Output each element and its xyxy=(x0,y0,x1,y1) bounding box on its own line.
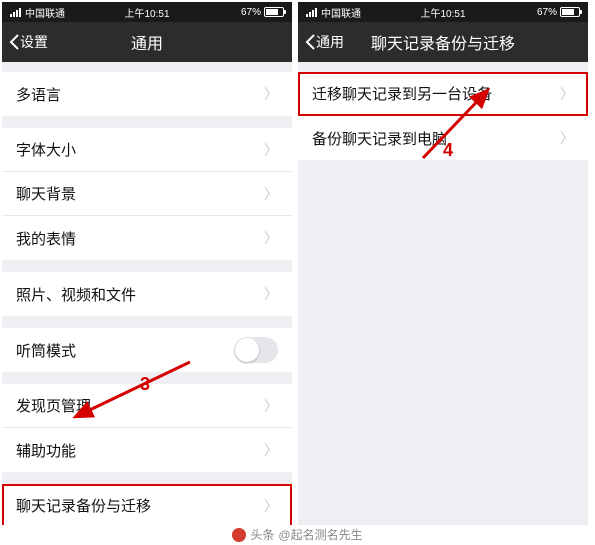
chevron-right-icon: 〉 xyxy=(264,284,278,304)
toggle-switch[interactable] xyxy=(234,337,278,363)
nav-bar: 通用 聊天记录备份与迁移 xyxy=(298,22,588,62)
row-migrate-to-device[interactable]: 迁移聊天记录到另一台设备〉 xyxy=(298,72,588,116)
battery-icon xyxy=(560,7,580,17)
row-backup-migrate[interactable]: 聊天记录备份与迁移〉 xyxy=(2,484,292,525)
chevron-left-icon xyxy=(304,33,316,51)
step-3-label: 3 xyxy=(140,374,150,395)
chevron-right-icon: 〉 xyxy=(264,184,278,204)
status-time: 上午10:51 xyxy=(420,5,465,20)
nav-title: 通用 xyxy=(131,30,163,54)
back-button[interactable]: 通用 xyxy=(298,32,344,52)
status-time: 上午10:51 xyxy=(124,5,169,20)
status-bar: 中国联通 上午10:51 67% xyxy=(298,2,588,22)
chevron-right-icon: 〉 xyxy=(264,84,278,104)
chevron-right-icon: 〉 xyxy=(560,128,574,148)
back-label: 设置 xyxy=(20,32,48,52)
status-bar: 中国联通 上午10:51 67% xyxy=(2,2,292,22)
phone-left: 中国联通 上午10:51 67% 设置 通用 多语言〉 字体大小〉 聊天背景〉 … xyxy=(2,2,292,525)
chevron-right-icon: 〉 xyxy=(264,440,278,460)
row-multilanguage[interactable]: 多语言〉 xyxy=(2,72,292,116)
back-button[interactable]: 设置 xyxy=(2,32,48,52)
settings-list: 多语言〉 字体大小〉 聊天背景〉 我的表情〉 照片、视频和文件〉 听筒模式 发现… xyxy=(2,62,292,525)
row-earpiece-mode[interactable]: 听筒模式 xyxy=(2,328,292,372)
nav-bar: 设置 通用 xyxy=(2,22,292,62)
battery-percent: 67% xyxy=(537,7,557,18)
signal-icon xyxy=(10,8,21,17)
chevron-right-icon: 〉 xyxy=(264,396,278,416)
row-font-size[interactable]: 字体大小〉 xyxy=(2,128,292,172)
chevron-right-icon: 〉 xyxy=(560,84,574,104)
chevron-left-icon xyxy=(8,33,20,51)
options-list: 迁移聊天记录到另一台设备〉 备份聊天记录到电脑〉 xyxy=(298,62,588,525)
row-chat-background[interactable]: 聊天背景〉 xyxy=(2,172,292,216)
carrier-label: 中国联通 xyxy=(321,5,361,20)
row-my-stickers[interactable]: 我的表情〉 xyxy=(2,216,292,260)
battery-icon xyxy=(264,7,284,17)
step-4-label: 4 xyxy=(443,140,453,161)
footer-prefix: 头条 xyxy=(250,526,274,543)
carrier-label: 中国联通 xyxy=(25,5,65,20)
row-accessibility[interactable]: 辅助功能〉 xyxy=(2,428,292,472)
chevron-right-icon: 〉 xyxy=(264,496,278,516)
battery-percent: 67% xyxy=(241,7,261,18)
signal-icon xyxy=(306,8,317,17)
chevron-right-icon: 〉 xyxy=(264,140,278,160)
toutiao-logo-icon xyxy=(232,528,246,542)
row-media-files[interactable]: 照片、视频和文件〉 xyxy=(2,272,292,316)
footer-attribution: 头条 @起名测名先生 xyxy=(0,526,595,543)
footer-author: @起名测名先生 xyxy=(278,526,362,543)
phone-right: 中国联通 上午10:51 67% 通用 聊天记录备份与迁移 迁移聊天记录到另一台… xyxy=(298,2,588,525)
nav-title: 聊天记录备份与迁移 xyxy=(371,30,515,54)
chevron-right-icon: 〉 xyxy=(264,228,278,248)
back-label: 通用 xyxy=(316,32,344,52)
